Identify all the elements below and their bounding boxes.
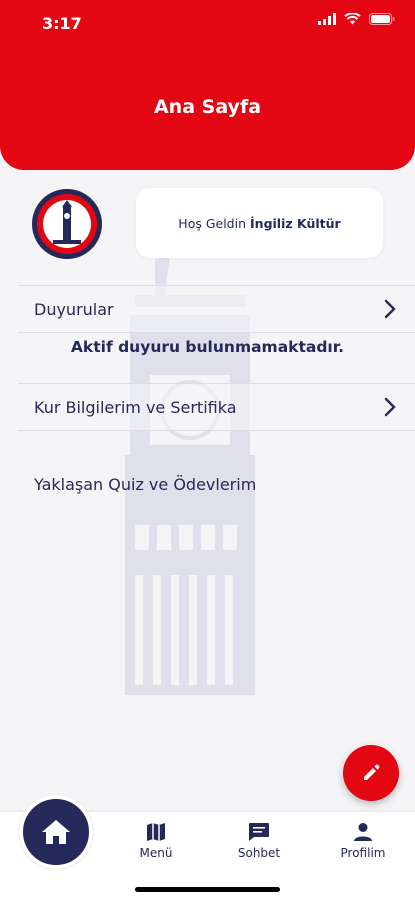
status-time: 3:17 [42,14,82,33]
upcoming-quizzes-label: Yaklaşan Quiz ve Ödevlerim [34,474,257,494]
institution-logo [32,189,102,259]
tab-menu-label: Menü [139,846,173,860]
announcements-label: Duyurular [34,299,114,319]
chevron-right-icon [384,397,396,417]
chat-icon [249,823,269,841]
signal-icon [318,13,336,25]
tab-chat[interactable]: Sohbet [219,822,299,860]
tab-profile[interactable]: Profilim [323,822,403,860]
tab-menu[interactable]: Menü [116,822,196,860]
home-tab-button[interactable] [19,795,93,869]
app-header: 3:17 Ana Sayfa [0,0,415,170]
battery-icon [369,13,395,25]
status-icons [318,13,395,25]
welcome-user-name: İngiliz Kültür [250,215,341,231]
announcements-row[interactable]: Duyurular [18,285,415,333]
welcome-greeting: Hoş Geldin [178,215,247,231]
welcome-card: Hoş Geldin İngiliz Kültür [136,188,383,258]
person-icon [354,823,372,841]
tab-profile-label: Profilim [340,846,386,860]
map-icon [147,823,165,841]
tab-chat-label: Sohbet [237,846,281,860]
chevron-right-icon [384,299,396,319]
edit-button[interactable] [343,745,399,801]
upcoming-quizzes-row[interactable]: Yaklaşan Quiz ve Ödevlerim [18,460,415,508]
course-info-row[interactable]: Kur Bilgilerim ve Sertifika [18,383,415,431]
home-indicator [135,887,280,892]
course-info-label: Kur Bilgilerim ve Sertifika [34,397,237,417]
announcements-empty-message: Aktif duyuru bulunmamaktadır. [70,338,345,356]
home-icon [42,820,70,844]
page-title: Ana Sayfa [153,96,262,118]
wifi-icon [344,13,361,25]
pencil-icon [364,764,380,780]
